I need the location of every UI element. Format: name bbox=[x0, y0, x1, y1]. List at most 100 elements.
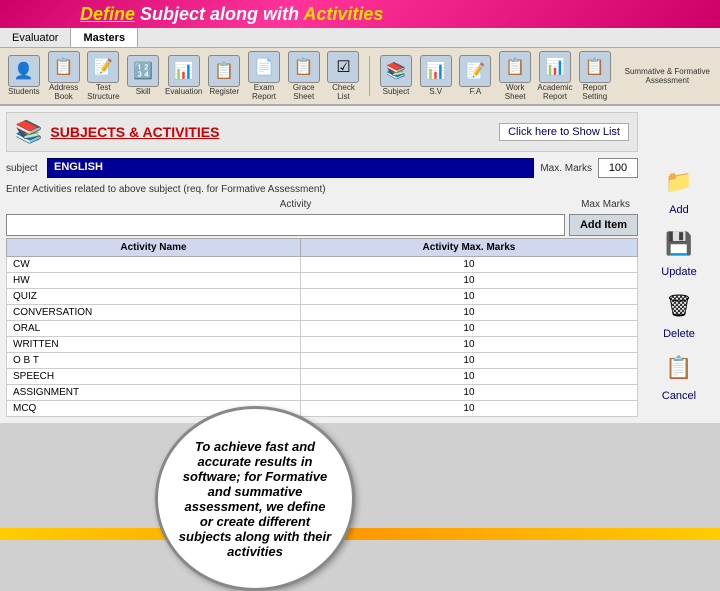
toolbar-register-label: Register bbox=[209, 88, 239, 97]
activity-name-cell: WRITTEN bbox=[7, 337, 301, 353]
activity-marks-cell: 10 bbox=[300, 337, 637, 353]
show-list-button[interactable]: Click here to Show List bbox=[499, 123, 629, 141]
add-button[interactable]: 📁 Add bbox=[644, 162, 714, 216]
bottom-bar bbox=[0, 528, 720, 540]
add-icon: 📁 bbox=[657, 162, 701, 202]
table-row: QUIZ10 bbox=[7, 289, 638, 305]
max-marks-input[interactable] bbox=[598, 158, 638, 178]
toolbar-reportsetting-label: Report Setting bbox=[577, 84, 613, 102]
checklist-icon: ☑ bbox=[327, 51, 359, 83]
subject-input[interactable]: ENGLISH bbox=[47, 158, 534, 178]
tab-evaluator[interactable]: Evaluator bbox=[0, 28, 71, 47]
table-row: O B T10 bbox=[7, 353, 638, 369]
toolbar-evaluation-label: Evaluation bbox=[165, 88, 202, 97]
table-row: MCQ10 bbox=[7, 401, 638, 417]
table-row: HW10 bbox=[7, 273, 638, 289]
toolbar-register[interactable]: 📋 Register bbox=[206, 55, 242, 97]
toolbar-sv-label: S.V bbox=[429, 88, 442, 97]
header-subject: Subject along with bbox=[140, 4, 303, 24]
toolbar-examreport[interactable]: 📄 Exam Report bbox=[246, 51, 282, 102]
activity-name-cell: ASSIGNMENT bbox=[7, 385, 301, 401]
toolbar-subject-label: Subject bbox=[383, 88, 410, 97]
toolbar-academicreport-label: Academic Report bbox=[537, 84, 573, 102]
delete-button[interactable]: 🗑 Delete bbox=[644, 286, 714, 340]
toolbar-subject[interactable]: 📚 Subject bbox=[378, 55, 414, 97]
delete-icon: 🗑 bbox=[657, 286, 701, 326]
tabs-bar: Evaluator Masters bbox=[0, 28, 720, 48]
activity-marks-cell: 10 bbox=[300, 401, 637, 417]
activity-marks-cell: 10 bbox=[300, 289, 637, 305]
table-row: ASSIGNMENT10 bbox=[7, 385, 638, 401]
toolbar-fa[interactable]: 📝 F.A bbox=[458, 55, 494, 97]
test-icon: 📝 bbox=[87, 51, 119, 83]
cancel-label: Cancel bbox=[662, 390, 696, 402]
toolbar-academicreport[interactable]: 📊 Academic Report bbox=[537, 51, 573, 102]
reportsetting-icon: 📋 bbox=[579, 51, 611, 83]
activity-marks-cell: 10 bbox=[300, 353, 637, 369]
activity-marks-cell: 10 bbox=[300, 257, 637, 273]
update-button[interactable]: 💾 Update bbox=[644, 224, 714, 278]
add-item-button[interactable]: Add Item bbox=[569, 214, 638, 236]
activity-name-cell: ORAL bbox=[7, 321, 301, 337]
toolbar-checklist-label: Check List bbox=[326, 84, 362, 102]
subject-label: subject bbox=[6, 163, 41, 174]
add-item-row: Add Item bbox=[6, 214, 638, 236]
activity-name-cell: SPEECH bbox=[7, 369, 301, 385]
col-header-marks: Activity Max. Marks bbox=[300, 239, 637, 257]
register-icon: 📋 bbox=[208, 55, 240, 87]
activity-col-label: Activity bbox=[10, 199, 581, 210]
toolbar-student[interactable]: 👤 Students bbox=[6, 55, 42, 97]
panel-title-area: 📚 SUBJECTS & ACTIVITIES bbox=[15, 119, 219, 145]
activities-table: Activity Name Activity Max. Marks CW10HW… bbox=[6, 238, 638, 417]
activity-name-cell: O B T bbox=[7, 353, 301, 369]
toolbar-gracesheet[interactable]: 📋 Grace Sheet bbox=[286, 51, 322, 102]
toolbar-fa-label: F.A bbox=[470, 88, 482, 97]
student-icon: 👤 bbox=[8, 55, 40, 87]
max-marks-col-label: Max Marks bbox=[581, 199, 634, 210]
toolbar-test[interactable]: 📝 Test Structure bbox=[86, 51, 122, 102]
activities-note: Enter Activities related to above subjec… bbox=[6, 184, 638, 195]
table-row: ORAL10 bbox=[7, 321, 638, 337]
update-icon: 💾 bbox=[657, 224, 701, 264]
toolbar-checklist[interactable]: ☑ Check List bbox=[326, 51, 362, 102]
header-define: Define bbox=[80, 4, 135, 24]
toolbar-evaluation[interactable]: 📊 Evaluation bbox=[165, 55, 202, 97]
skill-icon: 🔢 bbox=[127, 55, 159, 87]
cancel-button[interactable]: 📋 Cancel bbox=[644, 348, 714, 402]
toolbar-examreport-label: Exam Report bbox=[246, 84, 282, 102]
tooltip-bubble: To achieve fast and accurate results in … bbox=[155, 406, 355, 591]
cancel-icon: 📋 bbox=[657, 348, 701, 388]
toolbar-skill[interactable]: 🔢 Skill bbox=[125, 55, 161, 97]
tab-masters[interactable]: Masters bbox=[71, 28, 138, 47]
toolbar: 👤 Students 📋 Address Book 📝 Test Structu… bbox=[0, 48, 720, 106]
table-header-row: Activity Max Marks bbox=[6, 197, 638, 212]
gracesheet-icon: 📋 bbox=[288, 51, 320, 83]
toolbar-skill-label: Skill bbox=[136, 88, 151, 97]
toolbar-addressbook[interactable]: 📋 Address Book bbox=[46, 51, 82, 102]
toolbar-sv[interactable]: 📊 S.V bbox=[418, 55, 454, 97]
toolbar-gracesheet-label: Grace Sheet bbox=[286, 84, 322, 102]
toolbar-reportsetting[interactable]: 📋 Report Setting bbox=[577, 51, 613, 102]
panel-title: SUBJECTS & ACTIVITIES bbox=[50, 124, 219, 140]
add-item-input[interactable] bbox=[6, 214, 565, 236]
toolbar-test-label: Test Structure bbox=[86, 84, 122, 102]
main-content: 📚 SUBJECTS & ACTIVITIES Click here to Sh… bbox=[0, 106, 720, 423]
subject-row: subject ENGLISH Max. Marks bbox=[6, 156, 638, 180]
academicreport-icon: 📊 bbox=[539, 51, 571, 83]
activity-name-cell: QUIZ bbox=[7, 289, 301, 305]
activity-marks-cell: 10 bbox=[300, 369, 637, 385]
examreport-icon: 📄 bbox=[248, 51, 280, 83]
subject-icon: 📚 bbox=[380, 55, 412, 87]
col-header-activity: Activity Name bbox=[7, 239, 301, 257]
toolbar-worksheet[interactable]: 📋 Work Sheet bbox=[497, 51, 533, 102]
table-row: CW10 bbox=[7, 257, 638, 273]
toolbar-group-label: Summative & Formative Assessment bbox=[617, 67, 714, 85]
update-label: Update bbox=[661, 266, 696, 278]
delete-label: Delete bbox=[663, 328, 695, 340]
header: Define Subject along with Activities bbox=[0, 0, 720, 28]
activity-marks-cell: 10 bbox=[300, 273, 637, 289]
right-panel: 📁 Add 💾 Update 🗑 Delete 📋 Cancel bbox=[644, 112, 714, 417]
max-marks-label: Max. Marks bbox=[540, 163, 592, 174]
toolbar-worksheet-label: Work Sheet bbox=[497, 84, 533, 102]
activity-name-cell: CONVERSATION bbox=[7, 305, 301, 321]
